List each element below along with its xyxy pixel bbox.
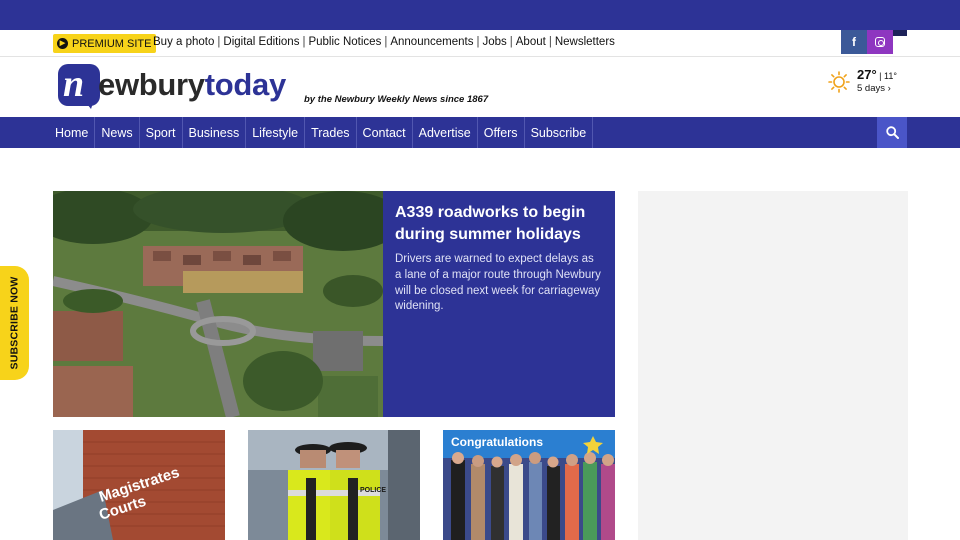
link-newsletters[interactable]: Newsletters [555,36,615,48]
temp-separator: | [876,71,885,81]
divider: | [217,36,221,48]
card-image-police: POLICE [248,430,420,540]
instagram-button[interactable] [867,30,893,54]
divider: | [509,36,513,48]
divider: | [476,36,480,48]
temperature: 27° | 11° [857,67,897,82]
subscribe-now-tab[interactable]: SUBSCRIBE NOW [0,266,29,380]
story-card-courts[interactable]: Magistrates Courts [53,430,225,540]
story-card-police[interactable]: POLICE [248,430,420,540]
link-jobs[interactable]: Jobs [482,36,506,48]
weather-widget[interactable]: 27° | 11° 5 days › [828,66,918,98]
forecast-link[interactable]: 5 days › [857,83,891,94]
lead-story-image[interactable] [53,191,383,417]
link-public-notices[interactable]: Public Notices [308,36,381,48]
nav-business[interactable]: Business [183,117,247,148]
story-card-congratulations[interactable]: Congratulations [443,430,615,540]
logo-word-accent: today [204,67,286,102]
temp-low: 11° [884,71,897,81]
nav-news[interactable]: News [95,117,140,148]
top-links: Buy a photo | Digital Editions | Public No… [153,36,615,48]
divider: | [384,36,388,48]
temp-high: 27° [857,67,877,82]
premium-site-label: PREMIUM SITE [72,37,152,50]
main-nav: Home News Sport Business Lifestyle Trade… [0,117,960,148]
site-tagline: by the Newbury Weekly News since 1867 [304,94,489,105]
utility-link-bar: ▶ PREMIUM SITE Buy a photo | Digital Edit… [0,30,960,57]
search-icon [885,126,899,139]
site-logo[interactable]: n ewburytoday [58,62,298,109]
logo-letter: n [63,63,85,105]
subscribe-now-label: SUBSCRIBE NOW [8,276,21,370]
top-brand-bar [0,0,960,30]
instagram-icon [875,37,885,47]
facebook-icon: f [852,35,856,49]
nav-home[interactable]: Home [49,117,96,148]
lead-story-summary: Drivers are warned to expect delays as a… [395,253,601,313]
search-button[interactable] [877,117,907,148]
nav-contact[interactable]: Contact [357,117,413,148]
card-image-congratulations: Congratulations [443,430,615,540]
facebook-button[interactable]: f [841,30,867,54]
divider: | [548,36,552,48]
lead-story-text[interactable]: A339 roadworks to begin during summer ho… [383,191,615,417]
premium-site-badge[interactable]: ▶ PREMIUM SITE [53,34,157,53]
site-header: n ewburytoday by the Newbury Weekly News… [0,58,960,116]
nav-trades[interactable]: Trades [305,117,357,148]
police-vest-text: POLICE [360,487,386,494]
nav-lifestyle[interactable]: Lifestyle [246,117,306,148]
page: ▶ PREMIUM SITE Buy a photo | Digital Edit… [0,0,960,540]
nav-sport[interactable]: Sport [140,117,183,148]
lead-story-title[interactable]: A339 roadworks to begin during summer ho… [395,202,603,246]
nav-items: Home News Sport Business Lifestyle Trade… [49,117,594,148]
chevron-right-icon: ▶ [57,38,68,49]
link-buy-photo[interactable]: Buy a photo [153,36,214,48]
logo-speech-bubble: n [58,63,100,109]
logo-word-main: ewbury [98,67,205,102]
nav-advertise[interactable]: Advertise [413,117,478,148]
nav-offers[interactable]: Offers [478,117,525,148]
divider: | [302,36,306,48]
logo-wordmark: ewburytoday [98,67,286,103]
lead-story[interactable]: A339 roadworks to begin during summer ho… [53,191,615,417]
advert-panel [638,191,908,540]
link-digital-editions[interactable]: Digital Editions [223,36,299,48]
aerial-photo [53,191,383,417]
link-announcements[interactable]: Announcements [390,36,473,48]
banner-text: Congratulations [451,435,543,449]
link-about[interactable]: About [516,36,546,48]
sun-icon [828,71,850,93]
card-image-courts: Magistrates Courts [53,430,225,540]
nav-subscribe[interactable]: Subscribe [525,117,594,148]
